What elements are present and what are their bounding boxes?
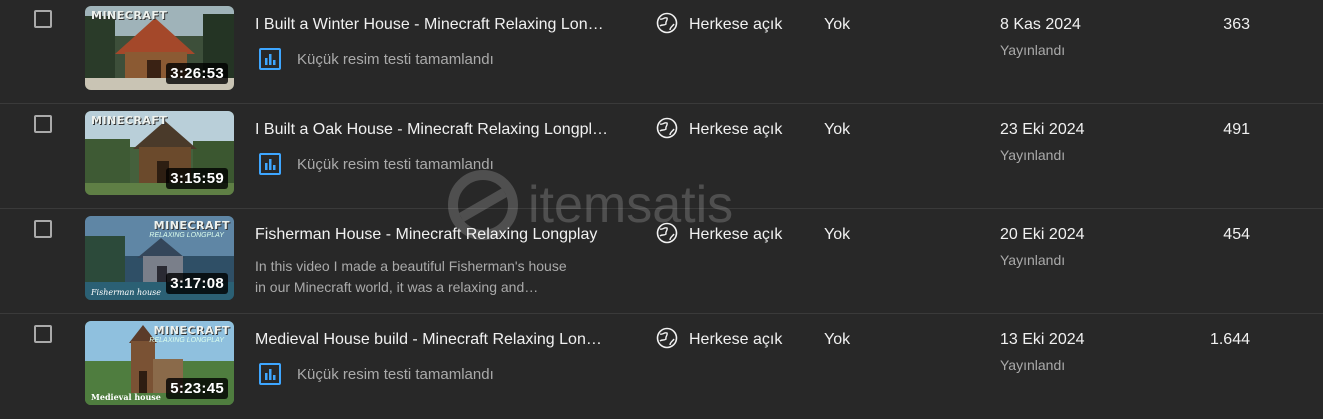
thumbnail-caption: Medieval house xyxy=(91,392,161,402)
thumbnail-test-label: Küçük resim testi tamamlandı xyxy=(297,50,494,68)
publish-status: Yayınlandı xyxy=(1000,252,1066,268)
video-thumbnail[interactable]: MINECRAFT RELAXING LONGPLAY Fisherman ho… xyxy=(85,216,234,300)
thumbnail-test-status[interactable]: Küçük resim testi tamamlandı xyxy=(259,48,494,70)
view-count: 491 xyxy=(1223,121,1250,138)
restrictions-label[interactable]: Yok xyxy=(824,226,850,244)
globe-icon xyxy=(656,327,678,349)
video-title[interactable]: I Built a Oak House - Minecraft Relaxing… xyxy=(255,121,608,139)
row-checkbox[interactable] xyxy=(34,220,52,238)
row-checkbox[interactable] xyxy=(34,325,52,343)
publish-date: 20 Eki 2024 xyxy=(1000,226,1085,243)
globe-icon xyxy=(656,222,678,244)
video-description: In this video I made a beautiful Fisherm… xyxy=(255,256,615,298)
thumbnail-logo: MINECRAFT xyxy=(153,324,230,337)
publish-status: Yayınlandı xyxy=(1000,147,1066,163)
video-row[interactable]: MINECRAFT RELAXING LONGPLAY Medieval hou… xyxy=(0,315,1323,419)
video-row[interactable]: MINECRAFT 3:26:53 I Built a Winter House… xyxy=(0,0,1323,104)
analytics-icon xyxy=(259,48,281,70)
publish-date: 8 Kas 2024 xyxy=(1000,16,1081,33)
view-count: 454 xyxy=(1223,226,1250,243)
thumbnail-test-status[interactable]: Küçük resim testi tamamlandı xyxy=(259,153,494,175)
restrictions-label[interactable]: Yok xyxy=(824,16,850,34)
globe-icon xyxy=(656,117,678,139)
publish-date: 13 Eki 2024 xyxy=(1000,331,1085,348)
video-duration: 3:26:53 xyxy=(166,63,228,84)
video-title[interactable]: Medieval House build - Minecraft Relaxin… xyxy=(255,331,602,349)
video-thumbnail[interactable]: MINECRAFT 3:26:53 xyxy=(85,6,234,90)
video-row[interactable]: MINECRAFT RELAXING LONGPLAY Fisherman ho… xyxy=(0,210,1323,314)
restrictions-label[interactable]: Yok xyxy=(824,331,850,349)
publish-status: Yayınlandı xyxy=(1000,357,1066,373)
analytics-icon xyxy=(259,363,281,385)
restrictions-label[interactable]: Yok xyxy=(824,121,850,139)
description-line: in our Minecraft world, it was a relaxin… xyxy=(255,279,539,295)
thumbnail-logo: MINECRAFT xyxy=(153,219,230,232)
row-checkbox[interactable] xyxy=(34,10,52,28)
video-duration: 3:17:08 xyxy=(166,273,228,294)
thumbnail-logo: MINECRAFT xyxy=(91,114,168,127)
analytics-icon xyxy=(259,153,281,175)
publish-date: 23 Eki 2024 xyxy=(1000,121,1085,138)
thumbnail-test-status[interactable]: Küçük resim testi tamamlandı xyxy=(259,363,494,385)
thumbnail-test-label: Küçük resim testi tamamlandı xyxy=(297,365,494,383)
video-duration: 3:15:59 xyxy=(166,168,228,189)
view-count: 363 xyxy=(1223,16,1250,33)
view-count: 1.644 xyxy=(1209,331,1250,348)
visibility-label[interactable]: Herkese açık xyxy=(689,16,782,34)
row-checkbox[interactable] xyxy=(34,115,52,133)
thumbnail-logo-subtitle: RELAXING LONGPLAY xyxy=(149,232,224,239)
video-row[interactable]: MINECRAFT 3:15:59 I Built a Oak House - … xyxy=(0,105,1323,209)
description-line: In this video I made a beautiful Fisherm… xyxy=(255,258,567,274)
video-thumbnail[interactable]: MINECRAFT RELAXING LONGPLAY Medieval hou… xyxy=(85,321,234,405)
thumbnail-caption: Fisherman house xyxy=(91,288,161,297)
video-title[interactable]: Fisherman House - Minecraft Relaxing Lon… xyxy=(255,226,597,244)
video-title[interactable]: I Built a Winter House - Minecraft Relax… xyxy=(255,16,604,34)
visibility-label[interactable]: Herkese açık xyxy=(689,226,782,244)
video-thumbnail[interactable]: MINECRAFT 3:15:59 xyxy=(85,111,234,195)
globe-icon xyxy=(656,12,678,34)
thumbnail-test-label: Küçük resim testi tamamlandı xyxy=(297,155,494,173)
thumbnail-logo-subtitle: RELAXING LONGPLAY xyxy=(149,337,224,344)
thumbnail-logo: MINECRAFT xyxy=(91,9,168,22)
visibility-label[interactable]: Herkese açık xyxy=(689,121,782,139)
publish-status: Yayınlandı xyxy=(1000,42,1066,58)
video-duration: 5:23:45 xyxy=(166,378,228,399)
visibility-label[interactable]: Herkese açık xyxy=(689,331,782,349)
